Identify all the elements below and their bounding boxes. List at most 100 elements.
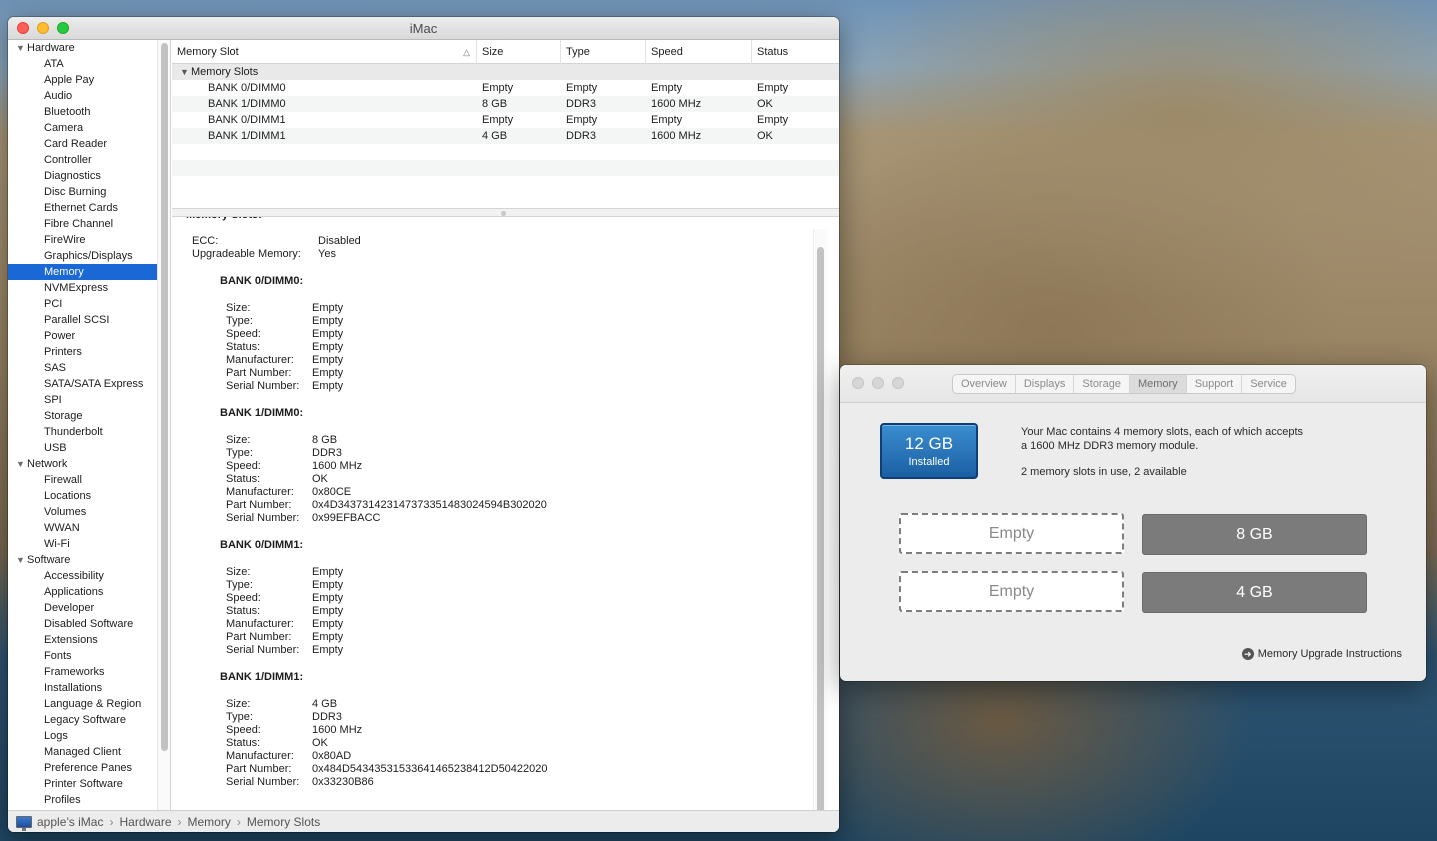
detail-field-row: Speed: Empty: [186, 328, 548, 341]
sidebar-item-memory[interactable]: Memory: [8, 264, 157, 280]
column-header-status[interactable]: Status: [752, 40, 839, 64]
detail-field-row: Size: Empty: [186, 302, 548, 315]
sidebar-item-thunderbolt[interactable]: Thunderbolt: [8, 424, 157, 440]
si-titlebar[interactable]: iMac: [8, 17, 839, 40]
sidebar-item-disc-burning[interactable]: Disc Burning: [8, 184, 157, 200]
sidebar-item-usb[interactable]: USB: [8, 440, 157, 456]
table-row[interactable]: BANK 0/DIMM1 Empty Empty Empty Empty: [172, 112, 839, 128]
zoom-button[interactable]: [892, 377, 904, 389]
sidebar-scroll-thumb[interactable]: [161, 43, 168, 751]
split-view-divider[interactable]: [172, 208, 839, 217]
sidebar-item-applications[interactable]: Applications: [8, 584, 157, 600]
memory-upgrade-instructions-link[interactable]: ➜ Memory Upgrade Instructions: [1241, 648, 1402, 660]
about-titlebar[interactable]: Overview Displays Storage Memory Support Serv…: [840, 365, 1426, 403]
sidebar-item-extensions[interactable]: Extensions: [8, 632, 157, 648]
sidebar-item-camera[interactable]: Camera: [8, 120, 157, 136]
sidebar-item-managed-client[interactable]: Managed Client: [8, 744, 157, 760]
detail-scrollbar[interactable]: [813, 229, 827, 810]
sidebar-item-label: WWAN: [44, 522, 80, 534]
sidebar-item-printers[interactable]: Printers: [8, 344, 157, 360]
sidebar-item-firewire[interactable]: FireWire: [8, 232, 157, 248]
sidebar-item-preference-panes[interactable]: Preference Panes: [8, 760, 157, 776]
sidebar-item-spi[interactable]: SPI: [8, 392, 157, 408]
table-row[interactable]: BANK 1/DIMM1 4 GB DDR3 1600 MHz OK: [172, 128, 839, 144]
sidebar-item-apple-pay[interactable]: Apple Pay: [8, 72, 157, 88]
sidebar-item-wwan[interactable]: WWAN: [8, 520, 157, 536]
sidebar-item-disabled-software[interactable]: Disabled Software: [8, 616, 157, 632]
sidebar-item-parallel-scsi[interactable]: Parallel SCSI: [8, 312, 157, 328]
sidebar-scrollbar[interactable]: [157, 40, 171, 810]
minimize-button[interactable]: [872, 377, 884, 389]
column-header-type[interactable]: Type: [561, 39, 646, 64]
field-label: Status:: [226, 605, 261, 617]
breadcrumb-item[interactable]: Hardware: [119, 815, 171, 829]
disclosure-triangle-icon[interactable]: ▼: [180, 64, 191, 80]
sidebar-item-volumes[interactable]: Volumes: [8, 504, 157, 520]
sidebar-item-nvmexpress[interactable]: NVMExpress: [8, 280, 157, 296]
sidebar-item-storage[interactable]: Storage: [8, 408, 157, 424]
sidebar-item-bluetooth[interactable]: Bluetooth: [8, 104, 157, 120]
tab-support[interactable]: Support: [1187, 375, 1243, 393]
field-label: Size:: [226, 434, 251, 446]
sidebar-item-legacy-software[interactable]: Legacy Software: [8, 712, 157, 728]
sidebar-item-label: USB: [44, 442, 67, 454]
column-header-speed[interactable]: Speed: [646, 39, 752, 64]
sidebar-item-fibre-channel[interactable]: Fibre Channel: [8, 216, 157, 232]
tab-memory[interactable]: Memory: [1129, 375, 1187, 393]
tab-displays[interactable]: Displays: [1016, 375, 1075, 393]
tab-service[interactable]: Service: [1242, 375, 1295, 393]
sidebar-item-wi-fi[interactable]: Wi-Fi: [8, 536, 157, 552]
sidebar-group-hardware[interactable]: ▼ Hardware: [8, 40, 157, 56]
sidebar-item-frameworks[interactable]: Frameworks: [8, 664, 157, 680]
sidebar-item-audio[interactable]: Audio: [8, 88, 157, 104]
sidebar-group-network[interactable]: ▼ Network: [8, 456, 157, 472]
sidebar-item-installations[interactable]: Installations: [8, 680, 157, 696]
sidebar-item-label: Printers: [44, 346, 82, 358]
sidebar-item-sata-sata-express[interactable]: SATA/SATA Express: [8, 376, 157, 392]
sidebar-item-accessibility[interactable]: Accessibility: [8, 568, 157, 584]
info-line: 2 memory slots in use, 2 available: [1021, 466, 1187, 478]
sidebar-item-graphics-displays[interactable]: Graphics/Displays: [8, 248, 157, 264]
sidebar-item-profiles[interactable]: Profiles: [8, 792, 157, 808]
table-row[interactable]: BANK 1/DIMM0 8 GB DDR3 1600 MHz OK: [172, 96, 839, 112]
table-group-memory-slots[interactable]: ▼ Memory Slots: [172, 64, 839, 80]
sidebar-item-ethernet-cards[interactable]: Ethernet Cards: [8, 200, 157, 216]
sidebar-item-controller[interactable]: Controller: [8, 152, 157, 168]
column-header-memory-slot[interactable]: Memory Slot △: [172, 39, 477, 64]
sidebar-item-card-reader[interactable]: Card Reader: [8, 136, 157, 152]
sidebar-item-printer-software[interactable]: Printer Software: [8, 776, 157, 792]
sidebar-item-language-region[interactable]: Language & Region: [8, 696, 157, 712]
disclosure-triangle-icon[interactable]: ▼: [16, 40, 27, 56]
table-cell: OK: [757, 130, 773, 142]
field-value: 0x484D54343531533641465238412D50422020: [312, 763, 548, 775]
sidebar-item-label: Apple Pay: [44, 74, 95, 86]
sidebar-item-label: Frameworks: [44, 666, 105, 678]
field-value: Empty: [312, 302, 344, 314]
sidebar-item-sas[interactable]: SAS: [8, 360, 157, 376]
breadcrumb-item[interactable]: apple’s iMac: [37, 815, 103, 829]
tab-storage[interactable]: Storage: [1074, 375, 1130, 393]
detail-scroll-thumb[interactable]: [817, 247, 824, 810]
detail-field-row: Speed: Empty: [186, 592, 548, 605]
sidebar-item-fonts[interactable]: Fonts: [8, 648, 157, 664]
field-label: Speed:: [226, 460, 261, 472]
tab-overview[interactable]: Overview: [953, 375, 1016, 393]
sidebar-item-locations[interactable]: Locations: [8, 488, 157, 504]
sidebar-item-developer[interactable]: Developer: [8, 600, 157, 616]
table-cell: Empty: [651, 114, 683, 126]
sidebar-item-ata[interactable]: ATA: [8, 56, 157, 72]
system-information-window: iMac ▼ Hardware ATA Apple Pay Audio Bluetooth…: [8, 17, 839, 832]
breadcrumb-item[interactable]: Memory: [188, 815, 231, 829]
disclosure-triangle-icon[interactable]: ▼: [16, 552, 27, 568]
sidebar-item-firewall[interactable]: Firewall: [8, 472, 157, 488]
column-header-size[interactable]: Size: [477, 39, 561, 64]
sidebar-group-software[interactable]: ▼ Software: [8, 552, 157, 568]
sidebar-item-pci[interactable]: PCI: [8, 296, 157, 312]
sidebar-item-power[interactable]: Power: [8, 328, 157, 344]
breadcrumb-item[interactable]: Memory Slots: [247, 815, 320, 829]
table-row[interactable]: BANK 0/DIMM0 Empty Empty Empty Empty: [172, 80, 839, 96]
sidebar-item-diagnostics[interactable]: Diagnostics: [8, 168, 157, 184]
sidebar-item-logs[interactable]: Logs: [8, 728, 157, 744]
disclosure-triangle-icon[interactable]: ▼: [16, 456, 27, 472]
close-button[interactable]: [852, 377, 864, 389]
